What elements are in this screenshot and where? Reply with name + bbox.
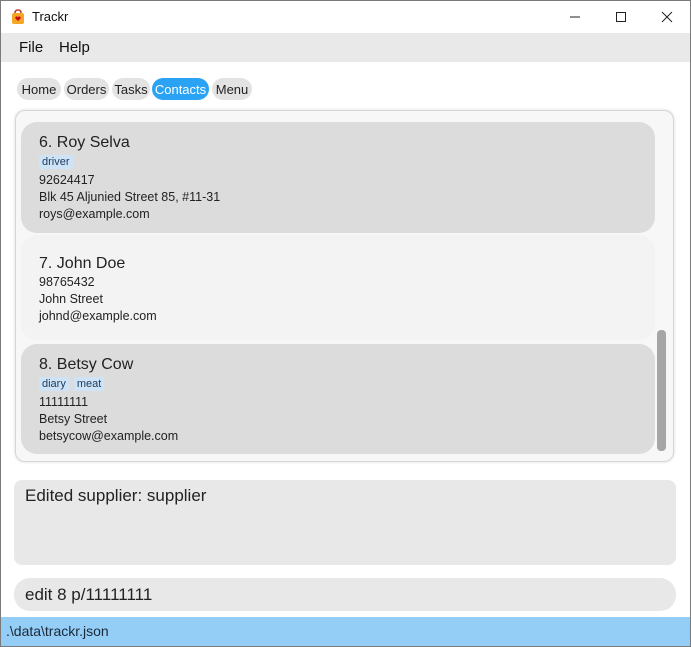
tag-list: driver bbox=[39, 155, 73, 169]
close-button[interactable] bbox=[644, 1, 690, 33]
contact-email: johnd@example.com bbox=[39, 309, 157, 323]
tab-contacts[interactable]: Contacts bbox=[152, 78, 209, 100]
menu-bar: File Help bbox=[1, 33, 690, 62]
app-logo-icon bbox=[11, 9, 25, 25]
close-icon bbox=[661, 11, 673, 23]
contact-card[interactable]: 8. Betsy Cow diary meat 11111111 Betsy S… bbox=[21, 344, 655, 454]
tab-home[interactable]: Home bbox=[17, 78, 61, 100]
maximize-button[interactable] bbox=[598, 1, 644, 33]
result-display: Edited supplier: supplier bbox=[14, 480, 676, 565]
status-bar: .\data\trackr.json bbox=[1, 617, 690, 646]
minimize-button[interactable] bbox=[552, 1, 598, 33]
contact-email: roys@example.com bbox=[39, 207, 150, 221]
tab-orders[interactable]: Orders bbox=[64, 78, 109, 100]
tag: diary bbox=[39, 377, 69, 391]
contact-card[interactable]: 6. Roy Selva driver 92624417 Blk 45 Alju… bbox=[21, 122, 655, 233]
tag: driver bbox=[39, 155, 73, 169]
contact-phone: 11111111 bbox=[39, 395, 89, 409]
title-bar: Trackr bbox=[1, 1, 690, 33]
contact-address: Betsy Street bbox=[39, 412, 108, 426]
contact-address: John Street bbox=[39, 292, 103, 306]
menu-file[interactable]: File bbox=[19, 39, 43, 56]
save-file-path: .\data\trackr.json bbox=[6, 623, 109, 639]
command-input[interactable]: edit 8 p/11111111 bbox=[14, 578, 676, 611]
contact-email: betsycow@example.com bbox=[39, 429, 179, 443]
scrollbar-thumb[interactable] bbox=[657, 330, 666, 451]
contact-name: 7. John Doe bbox=[39, 255, 126, 272]
tag: meat bbox=[73, 377, 105, 391]
window-title: Trackr bbox=[32, 9, 69, 24]
command-text: edit 8 p/11111111 bbox=[25, 585, 153, 604]
menu-help[interactable]: Help bbox=[59, 39, 90, 56]
maximize-icon bbox=[616, 12, 626, 22]
minimize-icon bbox=[570, 16, 580, 18]
tag-list: diary meat bbox=[39, 377, 105, 391]
result-message: Edited supplier: supplier bbox=[25, 486, 207, 505]
contact-name: 6. Roy Selva bbox=[39, 134, 130, 151]
tab-tasks[interactable]: Tasks bbox=[112, 78, 150, 100]
app-window: Trackr File Help Home Orders Tasks Conta… bbox=[0, 0, 691, 647]
contact-name: 8. Betsy Cow bbox=[39, 356, 134, 373]
tab-menu[interactable]: Menu bbox=[212, 78, 252, 100]
contact-address: Blk 45 Aljunied Street 85, #11-31 bbox=[39, 190, 221, 204]
contact-phone: 92624417 bbox=[39, 173, 95, 187]
contact-list[interactable]: 6. Roy Selva driver 92624417 Blk 45 Alju… bbox=[15, 110, 674, 462]
contact-card[interactable]: 7. John Doe 98765432 John Street johnd@e… bbox=[21, 235, 655, 340]
contact-phone: 98765432 bbox=[39, 275, 95, 289]
